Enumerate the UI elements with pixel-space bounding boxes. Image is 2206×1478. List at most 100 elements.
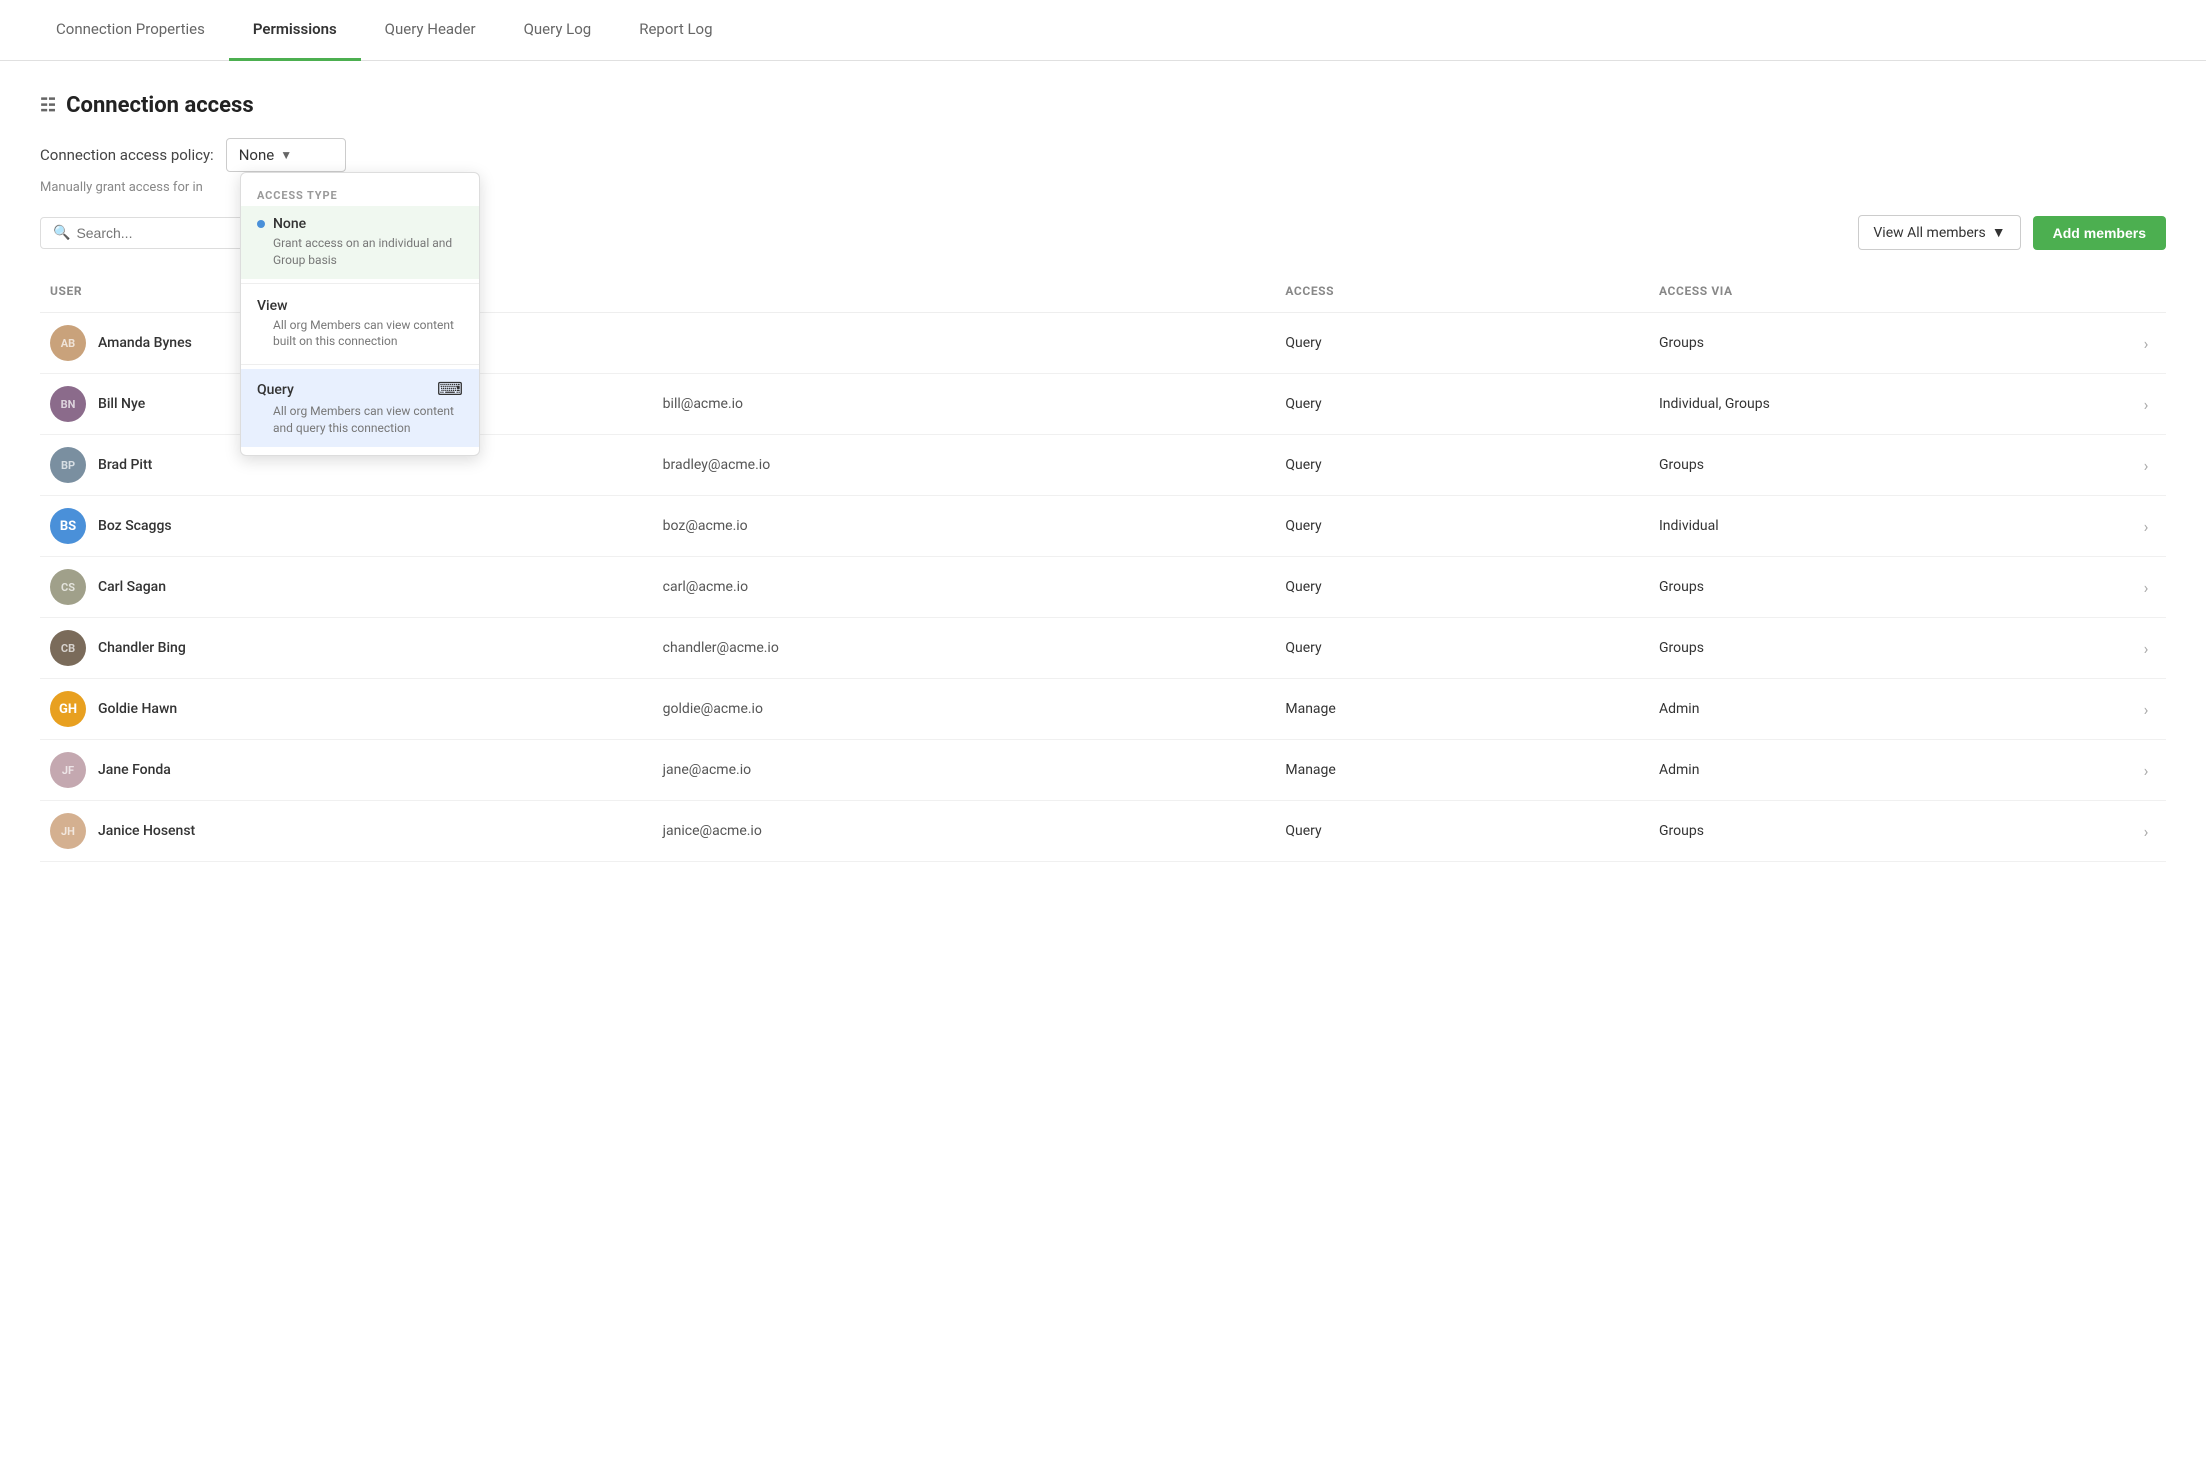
email-cell: jane@acme.io bbox=[663, 762, 1286, 778]
access-via-cell: Groups bbox=[1659, 457, 2126, 473]
dropdown-view-label: View bbox=[257, 298, 288, 314]
row-detail-chevron-icon[interactable]: › bbox=[2126, 700, 2166, 719]
connection-icon: ☷ bbox=[40, 95, 56, 116]
add-members-button[interactable]: Add members bbox=[2033, 216, 2166, 250]
access-via-cell: Groups bbox=[1659, 335, 2126, 351]
table-row[interactable]: GH Goldie Hawn goldie@acme.io Manage Adm… bbox=[40, 679, 2166, 740]
selected-dot-icon bbox=[257, 220, 265, 228]
avatar: AB bbox=[50, 325, 86, 361]
cursor-icon: ⌨ bbox=[437, 379, 463, 400]
access-cell: Query bbox=[1285, 518, 1659, 534]
col-header-email bbox=[663, 278, 1286, 304]
avatar: BP bbox=[50, 447, 86, 483]
email-cell: goldie@acme.io bbox=[663, 701, 1286, 717]
access-via-cell: Admin bbox=[1659, 762, 2126, 778]
user-name: Chandler Bing bbox=[98, 640, 186, 656]
user-name: Boz Scaggs bbox=[98, 518, 172, 534]
table-row[interactable]: CS Carl Sagan carl@acme.io Query Groups … bbox=[40, 557, 2166, 618]
access-cell: Query bbox=[1285, 457, 1659, 473]
avatar: GH bbox=[50, 691, 86, 727]
dropdown-query-desc: All org Members can view content and que… bbox=[257, 403, 463, 437]
access-via-cell: Groups bbox=[1659, 823, 2126, 839]
dropdown-item-view[interactable]: View All org Members can view content bu… bbox=[241, 288, 479, 361]
view-members-label: View All members bbox=[1873, 225, 1985, 241]
row-detail-chevron-icon[interactable]: › bbox=[2126, 639, 2166, 658]
email-cell: carl@acme.io bbox=[663, 579, 1286, 595]
email-cell: janice@acme.io bbox=[663, 823, 1286, 839]
view-members-chevron-icon: ▼ bbox=[1992, 224, 2006, 241]
dropdown-item-none[interactable]: None Grant access on an individual and G… bbox=[241, 206, 479, 279]
dropdown-separator-2 bbox=[241, 364, 479, 365]
row-detail-chevron-icon[interactable]: › bbox=[2126, 456, 2166, 475]
tab-query-log[interactable]: Query Log bbox=[500, 0, 616, 61]
policy-dropdown[interactable]: None ▼ bbox=[226, 138, 346, 172]
user-cell: JH Janice Hosenst bbox=[40, 813, 663, 849]
row-detail-chevron-icon[interactable]: › bbox=[2126, 822, 2166, 841]
tab-permissions[interactable]: Permissions bbox=[229, 0, 361, 61]
email-cell: bradley@acme.io bbox=[663, 457, 1286, 473]
view-members-dropdown[interactable]: View All members ▼ bbox=[1858, 215, 2020, 250]
col-header-action bbox=[2126, 278, 2166, 304]
user-cell: CB Chandler Bing bbox=[40, 630, 663, 666]
dropdown-item-query[interactable]: Query ⌨ All org Members can view content… bbox=[241, 369, 479, 447]
access-cell: Query bbox=[1285, 335, 1659, 351]
tab-report-log[interactable]: Report Log bbox=[615, 0, 736, 61]
policy-row: Connection access policy: None ▼ ACCESS … bbox=[40, 138, 2166, 172]
row-detail-chevron-icon[interactable]: › bbox=[2126, 334, 2166, 353]
email-cell: chandler@acme.io bbox=[663, 640, 1286, 656]
dropdown-query-label: Query bbox=[257, 382, 294, 398]
access-cell: Query bbox=[1285, 579, 1659, 595]
table-row[interactable]: CB Chandler Bing chandler@acme.io Query … bbox=[40, 618, 2166, 679]
chevron-down-icon: ▼ bbox=[280, 148, 292, 162]
user-cell: JF Jane Fonda bbox=[40, 752, 663, 788]
avatar: BN bbox=[50, 386, 86, 422]
access-via-cell: Individual bbox=[1659, 518, 2126, 534]
col-header-access: ACCESS bbox=[1285, 278, 1659, 304]
row-detail-chevron-icon[interactable]: › bbox=[2126, 395, 2166, 414]
tab-bar: Connection Properties Permissions Query … bbox=[0, 0, 2206, 61]
dropdown-none-desc: Grant access on an individual and Group … bbox=[257, 235, 463, 269]
policy-label: Connection access policy: bbox=[40, 146, 214, 164]
tab-connection-properties[interactable]: Connection Properties bbox=[32, 0, 229, 61]
user-cell: CS Carl Sagan bbox=[40, 569, 663, 605]
table-row[interactable]: JH Janice Hosenst janice@acme.io Query G… bbox=[40, 801, 2166, 862]
dropdown-view-desc: All org Members can view content built o… bbox=[257, 317, 463, 351]
search-box[interactable]: 🔍 bbox=[40, 217, 270, 249]
table-row[interactable]: JF Jane Fonda jane@acme.io Manage Admin … bbox=[40, 740, 2166, 801]
tab-query-header[interactable]: Query Header bbox=[361, 0, 500, 61]
avatar: JH bbox=[50, 813, 86, 849]
user-cell: GH Goldie Hawn bbox=[40, 691, 663, 727]
dropdown-separator-1 bbox=[241, 283, 479, 284]
access-via-cell: Individual, Groups bbox=[1659, 396, 2126, 412]
avatar: CB bbox=[50, 630, 86, 666]
row-detail-chevron-icon[interactable]: › bbox=[2126, 578, 2166, 597]
table-row[interactable]: BS Boz Scaggs boz@acme.io Query Individu… bbox=[40, 496, 2166, 557]
row-detail-chevron-icon[interactable]: › bbox=[2126, 517, 2166, 536]
avatar: CS bbox=[50, 569, 86, 605]
user-name: Carl Sagan bbox=[98, 579, 166, 595]
search-input[interactable] bbox=[76, 225, 257, 241]
access-via-cell: Admin bbox=[1659, 701, 2126, 717]
access-via-cell: Groups bbox=[1659, 640, 2126, 656]
user-name: Brad Pitt bbox=[98, 457, 152, 473]
main-content: ☷ Connection access Connection access po… bbox=[0, 61, 2206, 1478]
access-cell: Query bbox=[1285, 396, 1659, 412]
access-cell: Query bbox=[1285, 640, 1659, 656]
user-name: Jane Fonda bbox=[98, 762, 171, 778]
search-icon: 🔍 bbox=[53, 225, 70, 241]
user-name: Amanda Bynes bbox=[98, 335, 192, 351]
email-cell: bill@acme.io bbox=[663, 396, 1286, 412]
access-via-cell: Groups bbox=[1659, 579, 2126, 595]
dropdown-none-label: None bbox=[273, 216, 306, 232]
email-cell: boz@acme.io bbox=[663, 518, 1286, 534]
dropdown-section-label: ACCESS TYPE bbox=[241, 181, 479, 206]
section-title: ☷ Connection access bbox=[40, 93, 2166, 118]
access-cell: Manage bbox=[1285, 762, 1659, 778]
access-cell: Manage bbox=[1285, 701, 1659, 717]
user-name: Goldie Hawn bbox=[98, 701, 177, 717]
user-name: Bill Nye bbox=[98, 396, 145, 412]
dropdown-menu: ACCESS TYPE None Grant access on an indi… bbox=[240, 172, 480, 456]
avatar: BS bbox=[50, 508, 86, 544]
access-cell: Query bbox=[1285, 823, 1659, 839]
row-detail-chevron-icon[interactable]: › bbox=[2126, 761, 2166, 780]
